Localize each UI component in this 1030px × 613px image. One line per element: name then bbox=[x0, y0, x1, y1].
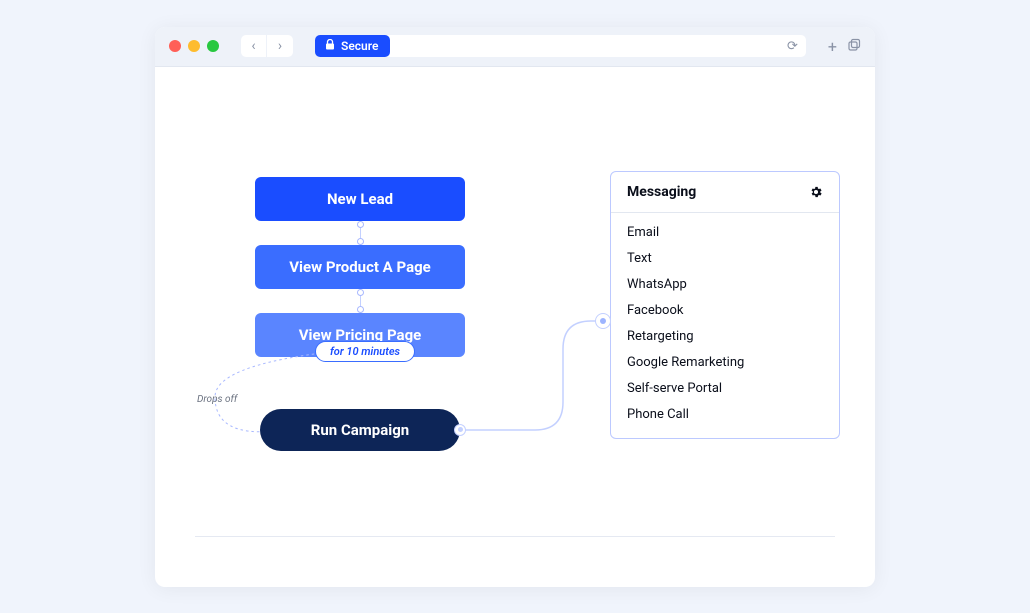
panel-title: Messaging bbox=[627, 184, 696, 200]
address-bar[interactable]: Secure ⟳ bbox=[315, 35, 806, 57]
output-port-icon[interactable] bbox=[454, 424, 466, 436]
flow-connector bbox=[360, 292, 361, 310]
maximize-window-icon[interactable] bbox=[207, 40, 219, 52]
nav-buttons: ‹ › bbox=[241, 35, 293, 57]
list-item[interactable]: Retargeting bbox=[627, 329, 823, 344]
panel-header: Messaging bbox=[611, 172, 839, 213]
run-campaign-label: Run Campaign bbox=[311, 421, 409, 439]
list-item[interactable]: Google Remarketing bbox=[627, 355, 823, 370]
list-item[interactable]: WhatsApp bbox=[627, 277, 823, 292]
forward-button[interactable]: › bbox=[267, 35, 293, 57]
copy-icon bbox=[847, 37, 861, 56]
new-tab-button[interactable]: + bbox=[828, 37, 837, 56]
flow-node-new-lead[interactable]: New Lead bbox=[255, 177, 465, 221]
list-item[interactable]: Facebook bbox=[627, 303, 823, 318]
window-actions: + bbox=[828, 37, 861, 56]
flow-node-label: New Lead bbox=[327, 190, 393, 208]
browser-content: New Lead View Product A Page View Pricin… bbox=[155, 67, 875, 587]
gear-icon[interactable] bbox=[809, 185, 823, 199]
browser-window: ‹ › Secure ⟳ + bbox=[155, 27, 875, 587]
back-button[interactable]: ‹ bbox=[241, 35, 267, 57]
close-window-icon[interactable] bbox=[169, 40, 181, 52]
duration-label: for 10 minutes bbox=[330, 345, 400, 358]
lock-icon bbox=[325, 39, 335, 53]
flow-connector bbox=[360, 224, 361, 242]
flow-node-view-product[interactable]: View Product A Page bbox=[255, 245, 465, 289]
minimize-window-icon[interactable] bbox=[188, 40, 200, 52]
flow-node-label: View Product A Page bbox=[289, 258, 431, 276]
traffic-lights bbox=[169, 40, 219, 52]
list-item[interactable]: Phone Call bbox=[627, 407, 823, 422]
plus-icon: + bbox=[828, 37, 837, 56]
run-campaign-button[interactable]: Run Campaign bbox=[260, 409, 460, 451]
list-item[interactable]: Text bbox=[627, 251, 823, 266]
refresh-icon: ⟳ bbox=[787, 39, 798, 54]
drops-off-label: Drops off bbox=[197, 394, 237, 405]
flow-canvas: New Lead View Product A Page View Pricin… bbox=[175, 87, 855, 567]
list-item[interactable]: Self-serve Portal bbox=[627, 381, 823, 396]
refresh-button[interactable]: ⟳ bbox=[787, 39, 798, 54]
flow-column: New Lead View Product A Page View Pricin… bbox=[255, 177, 465, 357]
duration-pill[interactable]: for 10 minutes bbox=[315, 341, 415, 362]
secure-label: Secure bbox=[341, 39, 378, 53]
list-item[interactable]: Email bbox=[627, 225, 823, 240]
messaging-panel: Messaging Email Text WhatsApp Facebook R… bbox=[610, 171, 840, 439]
browser-chrome: ‹ › Secure ⟳ + bbox=[155, 27, 875, 67]
tabs-button[interactable] bbox=[847, 37, 861, 56]
input-port-icon[interactable] bbox=[595, 313, 611, 329]
panel-body: Email Text WhatsApp Facebook Retargeting… bbox=[611, 213, 839, 438]
chevron-left-icon: ‹ bbox=[251, 38, 255, 54]
secure-badge: Secure bbox=[315, 35, 390, 57]
divider bbox=[195, 536, 835, 537]
chevron-right-icon: › bbox=[278, 38, 282, 54]
